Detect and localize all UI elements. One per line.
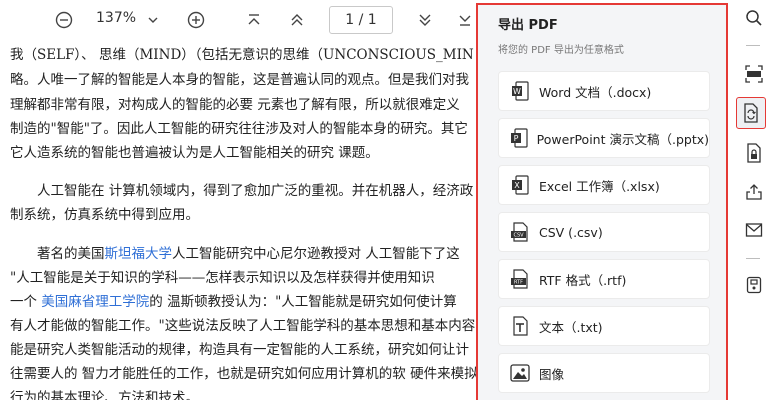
doc-line: 制造的"智能"了。因此人工智能的研究往往涉及对人的智能本身的研究。其它	[10, 121, 468, 137]
doc-line: 一个 美国麻省理工学院的 温斯顿教授认为："人工智能就是研究如何使计算	[10, 293, 457, 311]
zoom-in-icon	[187, 11, 205, 29]
stanford-link[interactable]: 斯坦福大学	[105, 246, 173, 262]
zoom-in-button[interactable]	[184, 8, 208, 32]
doc-line: 有人才能做的智能工作。"这些说法反映了人工智能学科的基本思想和基本内容	[10, 318, 476, 334]
right-sidebar	[728, 0, 781, 400]
option-label: Word 文档（.docx)	[539, 84, 652, 100]
sidebar-divider	[746, 45, 760, 46]
doc-line: 我（SELF）、 思维（MIND）（包括无意识的思维（UNCONSCIOUS_M…	[10, 47, 474, 63]
export-csv-option[interactable]: CSV CSV (.csv)	[498, 212, 710, 252]
panel-title: 导出 PDF	[498, 18, 558, 33]
first-page-icon	[248, 14, 260, 25]
mail-icon	[745, 223, 763, 237]
option-label: RTF 格式（.rtf)	[539, 272, 627, 288]
export-powerpoint-option[interactable]: P PowerPoint 演示文稿（.pptx)	[498, 118, 710, 158]
double-chevron-down-icon	[419, 14, 431, 26]
doc-line: 人工智能在 计算机领域内，得到了愈加广泛的重视。并在机器人，经济政	[37, 183, 474, 199]
doc-line: 行为的基本理论、方法和技术。	[10, 390, 199, 400]
csv-icon: CSV	[509, 221, 531, 243]
doc-text: 的 温斯顿教授认为："人工智能就是研究如何使计算	[149, 294, 457, 310]
doc-line: 著名的美国斯坦福大学人工智能研究中心尼尔逊教授对 人工智能下了这	[37, 245, 460, 263]
export-text-option[interactable]: 文本（.txt)	[498, 306, 710, 346]
ocr-icon	[745, 65, 763, 83]
svg-text:W: W	[513, 87, 521, 96]
rtf-icon: RTF	[509, 268, 531, 290]
doc-line: 制系统，仿真系统中得到应用。	[10, 207, 199, 223]
document-view[interactable]: 我（SELF）、 思维（MIND）（包括无意识的思维（UNCONSCIOUS_M…	[0, 40, 478, 400]
svg-text:X: X	[514, 181, 520, 190]
chevron-down-icon	[148, 17, 158, 23]
doc-text: 一个	[10, 294, 42, 310]
word-icon: W	[509, 80, 531, 102]
sidebar-divider	[746, 258, 760, 259]
excel-icon: X	[509, 174, 531, 196]
option-label: 文本（.txt)	[539, 319, 603, 335]
save-button[interactable]	[740, 271, 768, 299]
previous-page-button[interactable]	[285, 8, 309, 32]
panel-subtitle: 将您的 PDF 导出为任意格式	[498, 45, 624, 56]
svg-text:P: P	[513, 134, 518, 143]
last-page-button[interactable]	[455, 8, 475, 32]
option-label: PowerPoint 演示文稿（.pptx)	[536, 131, 709, 147]
export-image-option[interactable]: 图像	[498, 353, 710, 393]
export-tool-button[interactable]	[736, 97, 766, 129]
powerpoint-icon: P	[509, 127, 529, 149]
svg-text:RTF: RTF	[514, 280, 523, 286]
page-number-input[interactable]: 1 / 1	[329, 6, 393, 34]
mit-link[interactable]: 美国麻省理工学院	[41, 294, 149, 310]
option-label: Excel 工作簿（.xlsx)	[539, 178, 660, 194]
first-page-button[interactable]	[242, 8, 266, 32]
doc-text: 人工智能研究中心尼尔逊教授对 人工智能下了这	[172, 246, 460, 262]
toolbar: 137% 1 / 1	[0, 0, 478, 40]
search-icon	[746, 10, 762, 26]
search-button[interactable]	[740, 4, 768, 32]
export-rtf-option[interactable]: RTF RTF 格式（.rtf)	[498, 259, 710, 299]
text-icon	[509, 315, 531, 337]
lock-document-icon	[747, 143, 761, 163]
zoom-dropdown[interactable]	[145, 8, 161, 32]
last-page-icon	[459, 15, 471, 26]
ocr-button[interactable]	[740, 60, 768, 88]
export-excel-option[interactable]: X Excel 工作簿（.xlsx)	[498, 165, 710, 205]
export-pdf-panel: 导出 PDF 将您的 PDF 导出为任意格式 W Word 文档（.docx) …	[476, 3, 728, 400]
share-button[interactable]	[740, 178, 768, 206]
option-label: 图像	[539, 366, 565, 382]
protect-button[interactable]	[740, 139, 768, 167]
zoom-level[interactable]: 137%	[96, 10, 150, 26]
doc-line: 它人造系统的智能也普遍被认为是人工智能相关的研究 课题。	[10, 145, 379, 161]
option-label: CSV (.csv)	[539, 224, 603, 240]
doc-line: "人工智能是关于知识的学科——怎样表示知识以及怎样获得并使用知识	[10, 270, 435, 286]
svg-text:CSV: CSV	[513, 233, 524, 239]
next-page-button[interactable]	[413, 8, 437, 32]
doc-line: 往需要人的 智力才能胜任的工作，也就是研究如何应用计算机的软 硬件来模拟	[10, 366, 478, 382]
double-chevron-up-icon	[291, 14, 303, 26]
zoom-out-icon	[55, 11, 73, 29]
export-word-option[interactable]: W Word 文档（.docx)	[498, 71, 710, 111]
image-icon	[509, 362, 531, 384]
share-icon	[746, 184, 762, 200]
email-button[interactable]	[740, 216, 768, 244]
save-icon	[746, 276, 762, 294]
doc-line: 理解都非常有限，对构成人的智能的必要 元素也了解有限，所以就很难定义	[10, 97, 460, 113]
doc-line: 能是研究人类智能活动的规律，构造具有一定智能的人工系统，研究如何让计	[10, 342, 469, 358]
export-icon	[744, 103, 758, 123]
doc-line: 略。人唯一了解的智能是人本身的智能，这是普遍认同的观点。但是我们对我	[10, 72, 469, 88]
doc-text: 著名的美国	[37, 246, 105, 262]
zoom-out-button[interactable]	[52, 8, 76, 32]
